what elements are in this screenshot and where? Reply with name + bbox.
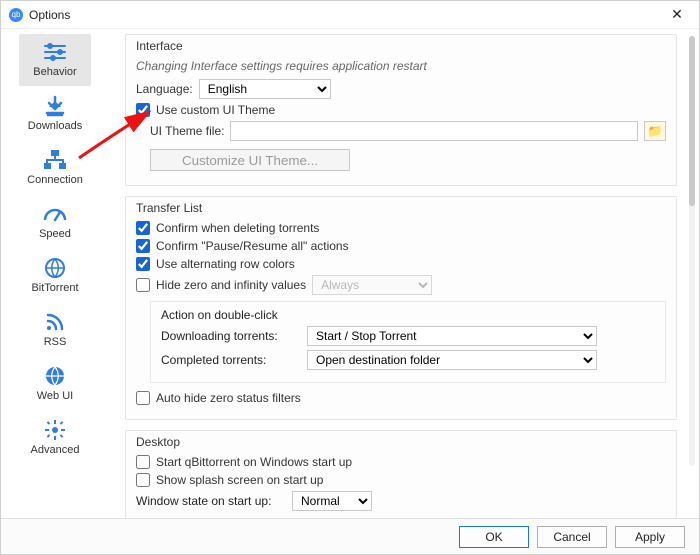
auto-hide-status-label: Auto hide zero status filters — [156, 391, 301, 405]
auto-hide-status-checkbox[interactable] — [136, 391, 150, 405]
hide-zero-mode-select[interactable]: Always — [312, 275, 432, 295]
group-legend: Interface — [136, 39, 666, 53]
hide-zero-checkbox[interactable] — [136, 278, 150, 292]
category-sidebar: Behavior Downloads Connection Speed BitT… — [1, 30, 95, 518]
gear-icon — [41, 418, 69, 442]
start-on-windows-label: Start qBittorrent on Windows start up — [156, 455, 352, 469]
group-interface: Interface Changing Interface settings re… — [125, 34, 677, 186]
splash-checkbox[interactable] — [136, 473, 150, 487]
gauge-icon — [41, 202, 69, 226]
sidebar-item-label: Connection — [27, 174, 83, 186]
window-state-select[interactable]: Normal — [292, 491, 372, 511]
sidebar-item-label: RSS — [44, 336, 67, 348]
theme-file-label: UI Theme file: — [150, 124, 224, 138]
alt-row-colors-label: Use alternating row colors — [156, 257, 295, 271]
sliders-icon — [41, 40, 69, 64]
sidebar-item-label: BitTorrent — [31, 282, 78, 294]
group-legend: Transfer List — [136, 201, 666, 215]
sidebar-item-webui[interactable]: Web UI — [19, 358, 91, 410]
globe-icon — [41, 256, 69, 280]
use-custom-theme-label: Use custom UI Theme — [156, 103, 275, 117]
sidebar-item-label: Downloads — [28, 120, 82, 132]
sidebar-item-rss[interactable]: RSS — [19, 304, 91, 356]
customize-theme-button[interactable]: Customize UI Theme... — [150, 149, 350, 171]
window-state-label: Window state on start up: — [136, 494, 286, 508]
scrollbar-thumb[interactable] — [689, 36, 695, 206]
globe-solid-icon — [41, 364, 69, 388]
titlebar: qb Options ✕ — [1, 1, 699, 29]
folder-icon: 📁 — [648, 124, 663, 138]
download-icon — [41, 94, 69, 118]
sidebar-item-label: Web UI — [37, 390, 73, 402]
completed-dblclick-label: Completed torrents: — [161, 353, 301, 367]
completed-dblclick-select[interactable]: Open destination folder — [307, 350, 597, 370]
group-legend: Desktop — [136, 435, 666, 449]
app-icon: qb — [9, 8, 23, 22]
settings-panel: Interface Changing Interface settings re… — [95, 30, 685, 518]
confirm-delete-label: Confirm when deleting torrents — [156, 221, 319, 235]
rss-icon — [41, 310, 69, 334]
sidebar-item-advanced[interactable]: Advanced — [19, 412, 91, 464]
group-desktop: Desktop Start qBittorrent on Windows sta… — [125, 430, 677, 518]
sidebar-item-speed[interactable]: Speed — [19, 196, 91, 248]
language-select[interactable]: English — [199, 79, 331, 99]
sidebar-item-label: Advanced — [31, 444, 80, 456]
alt-row-colors-checkbox[interactable] — [136, 257, 150, 271]
sidebar-item-connection[interactable]: Connection — [19, 142, 91, 194]
sidebar-item-downloads[interactable]: Downloads — [19, 88, 91, 140]
close-icon[interactable]: ✕ — [663, 6, 691, 23]
start-on-windows-checkbox[interactable] — [136, 455, 150, 469]
dblclick-legend: Action on double-click — [161, 308, 655, 322]
downloading-dblclick-label: Downloading torrents: — [161, 329, 301, 343]
ok-button[interactable]: OK — [459, 526, 529, 548]
confirm-pause-checkbox[interactable] — [136, 239, 150, 253]
sidebar-item-behavior[interactable]: Behavior — [19, 34, 91, 86]
sidebar-item-label: Speed — [39, 228, 71, 240]
group-transfer-list: Transfer List Confirm when deleting torr… — [125, 196, 677, 420]
confirm-delete-checkbox[interactable] — [136, 221, 150, 235]
sidebar-item-bittorrent[interactable]: BitTorrent — [19, 250, 91, 302]
options-dialog: qb Options ✕ Behavior Downloads Connecti… — [0, 0, 700, 555]
browse-theme-button[interactable]: 📁 — [644, 121, 666, 141]
apply-button[interactable]: Apply — [615, 526, 685, 548]
hide-zero-label: Hide zero and infinity values — [156, 278, 306, 292]
window-title: Options — [29, 8, 70, 22]
theme-file-input[interactable] — [230, 121, 638, 141]
content-scrollbar[interactable] — [689, 36, 695, 466]
cancel-button[interactable]: Cancel — [537, 526, 607, 548]
sidebar-item-label: Behavior — [33, 66, 76, 78]
confirm-pause-label: Confirm "Pause/Resume all" actions — [156, 239, 349, 253]
use-custom-theme-checkbox[interactable] — [136, 103, 150, 117]
downloading-dblclick-select[interactable]: Start / Stop Torrent — [307, 326, 597, 346]
dialog-footer: OK Cancel Apply — [1, 518, 699, 554]
language-label: Language: — [136, 82, 193, 96]
splash-label: Show splash screen on start up — [156, 473, 323, 487]
restart-hint: Changing Interface settings requires app… — [136, 59, 666, 73]
network-icon — [41, 148, 69, 172]
